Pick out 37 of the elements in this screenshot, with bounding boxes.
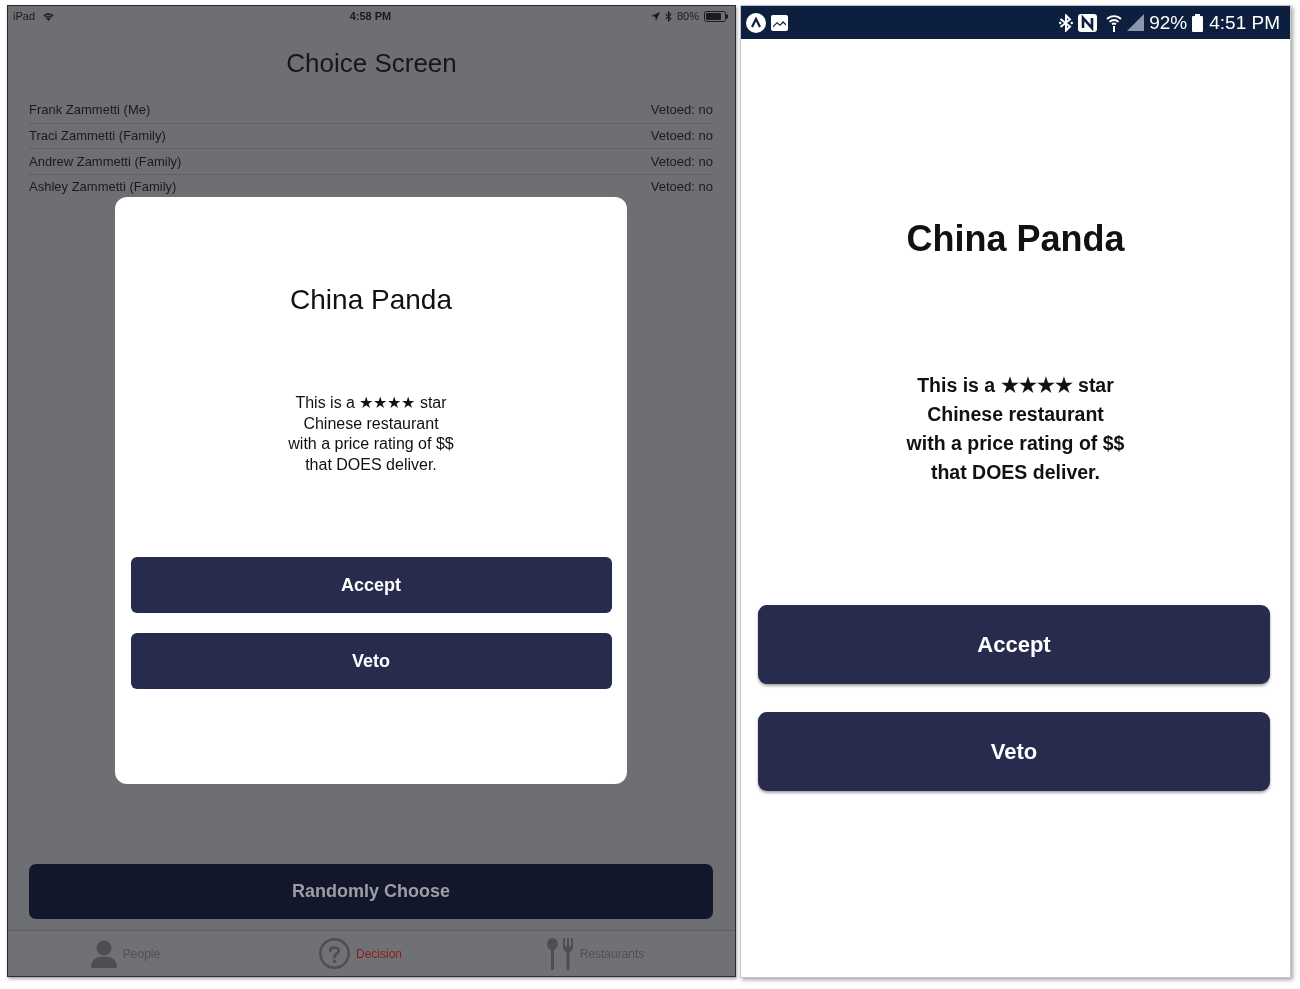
person-icon <box>90 939 117 968</box>
nfc-icon <box>1078 13 1098 32</box>
person-name: Frank Zammetti (Me) <box>29 101 151 120</box>
veto-status: Vetoed: no <box>650 101 713 120</box>
battery-icon <box>1192 13 1204 32</box>
screen-title: Choice Screen <box>286 47 457 80</box>
restaurant-description: This is a ★★★★ star Chinese restaurant with a price rating of $$ that DOES deliver. <box>906 373 1125 485</box>
battery-percent: 92% <box>1149 11 1188 34</box>
veto-status: Vetoed: no <box>650 127 713 146</box>
spoon-and-fork-icon <box>546 937 574 970</box>
bluetooth-icon <box>664 10 672 22</box>
person-name: Traci Zammetti (Family) <box>29 127 166 146</box>
battery-percent: 80% <box>676 9 699 23</box>
accept-button[interactable]: Accept <box>130 557 612 613</box>
veto-status: Vetoed: no <box>650 178 713 197</box>
veto-button[interactable]: Veto <box>758 712 1270 791</box>
bluetooth-icon <box>1059 13 1074 32</box>
device-name: iPad <box>13 9 36 23</box>
restaurant-name: China Panda <box>906 217 1125 261</box>
restaurant-description: This is a ★★★★ star Chinese restaurant with a price rating of $$ that DOES deliver. <box>288 393 454 475</box>
signal-icon <box>1127 14 1145 31</box>
accept-button[interactable]: Accept <box>758 605 1270 684</box>
battery-icon <box>704 10 728 22</box>
person-name: Andrew Zammetti (Family) <box>29 152 182 171</box>
status-time: 4:58 PM <box>349 9 392 23</box>
wifi-icon <box>42 11 56 21</box>
randomly-choose-button[interactable]: Randomly Choose <box>29 864 713 919</box>
question-circle-icon <box>319 938 350 969</box>
wifi-icon <box>1106 13 1123 32</box>
veto-status: Vetoed: no <box>650 152 713 171</box>
person-name: Ashley Zammetti (Family) <box>29 178 177 197</box>
veto-button[interactable]: Veto <box>130 633 612 689</box>
restaurant-name: China Panda <box>290 283 452 317</box>
caret-circle-icon <box>746 12 766 33</box>
status-time: 4:51 PM <box>1209 11 1280 34</box>
location-arrow-icon <box>650 11 660 21</box>
image-icon <box>771 14 788 31</box>
